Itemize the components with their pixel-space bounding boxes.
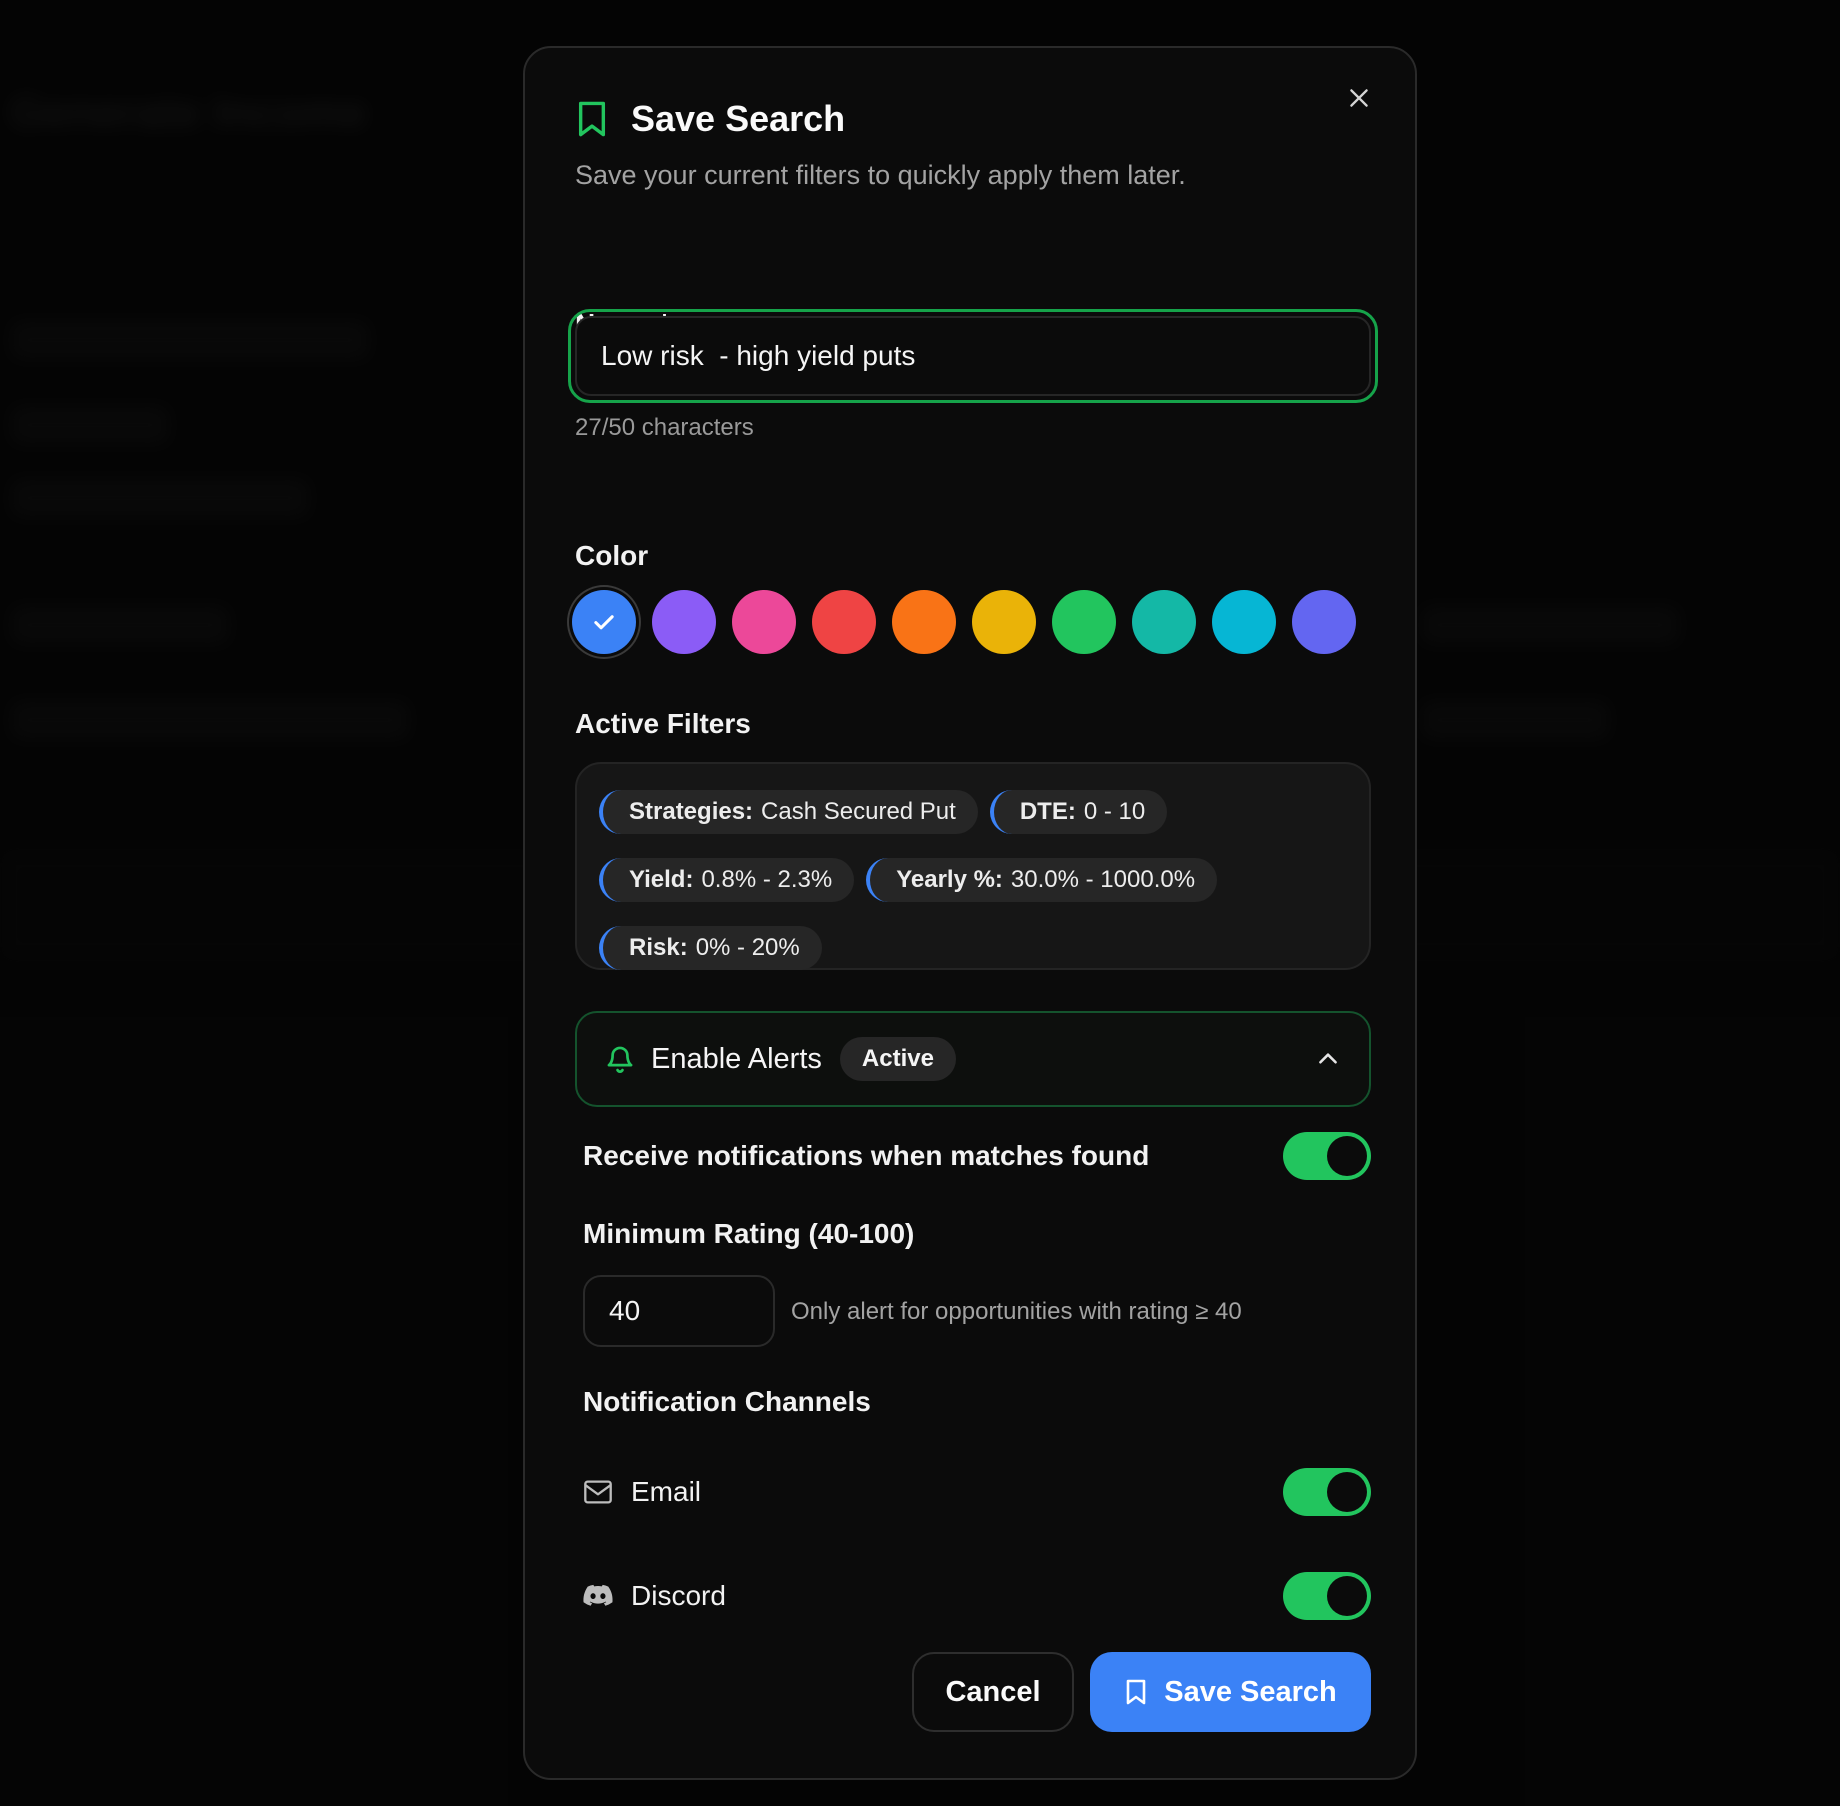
enable-alerts-section-header[interactable]: Enable Alerts Active [575,1011,1371,1107]
color-swatch-4[interactable] [812,590,876,654]
filter-chip: Strategies: Cash Secured Put [599,790,978,834]
discord-toggle[interactable] [1283,1572,1371,1620]
character-count: 27/50 characters [575,414,754,441]
color-swatch-5[interactable] [892,590,956,654]
dialog-header: Save Search Save your current filters to… [575,98,1365,191]
chevron-up-icon [1319,1053,1337,1064]
name-input-focus-ring [568,309,1378,403]
save-search-dialog: Save Search Save your current filters to… [523,46,1417,1780]
minimum-rating-hint: Only alert for opportunities with rating… [791,1298,1242,1325]
status-badge: Active [839,1037,956,1081]
active-filters-label: Active Filters [575,708,751,739]
discord-icon [583,1584,613,1606]
notifications-toggle[interactable] [1283,1132,1371,1180]
filter-chip: DTE: 0 - 10 [989,790,1168,834]
color-swatch-6[interactable] [972,590,1036,654]
notifications-label: Receive notifications when matches found [583,1140,1150,1171]
color-swatch-group [572,590,1356,654]
save-search-button[interactable]: Save Search [1090,1652,1371,1732]
bookmark-icon [1126,1679,1146,1705]
color-swatch-10[interactable] [1292,590,1356,654]
minimum-rating-label: Minimum Rating (40-100) [583,1218,915,1249]
filter-chip: Risk: 0% - 20% [599,926,822,970]
mail-icon [584,1480,612,1504]
color-swatch-1[interactable] [572,590,636,654]
notifications-row: Receive notifications when matches found [583,1131,1371,1181]
filter-chip: Yearly %: 30.0% - 1000.0% [866,858,1218,902]
bell-icon [607,1046,633,1073]
active-filters-box: Strategies: Cash Secured Put DTE: 0 - 10 Y… [575,762,1371,970]
color-swatch-3[interactable] [732,590,796,654]
color-swatch-2[interactable] [652,590,716,654]
enable-alerts-title: Enable Alerts [651,1042,822,1075]
color-label: Color [575,540,649,571]
save-search-label: Save Search [1164,1675,1337,1708]
dialog-subtitle: Save your current filters to quickly app… [575,160,1186,190]
channel-row-email: Email [583,1467,1371,1517]
color-swatch-8[interactable] [1132,590,1196,654]
channel-row-discord: Discord [583,1571,1371,1621]
filter-chip: Yield: 0.8% - 2.3% [599,858,855,902]
cancel-button[interactable]: Cancel [912,1652,1074,1732]
dialog-title: Save Search [631,98,846,139]
channel-name: Email [631,1476,702,1507]
color-swatch-7[interactable] [1052,590,1116,654]
notification-channels-label: Notification Channels [583,1386,871,1417]
email-toggle[interactable] [1283,1468,1371,1516]
channel-name: Discord [631,1580,726,1611]
check-icon [594,615,614,630]
bookmark-icon [578,101,606,137]
name-input[interactable] [575,316,1371,396]
collapse-button[interactable] [1315,1046,1341,1072]
color-swatch-9[interactable] [1212,590,1276,654]
minimum-rating-input[interactable] [583,1275,775,1347]
